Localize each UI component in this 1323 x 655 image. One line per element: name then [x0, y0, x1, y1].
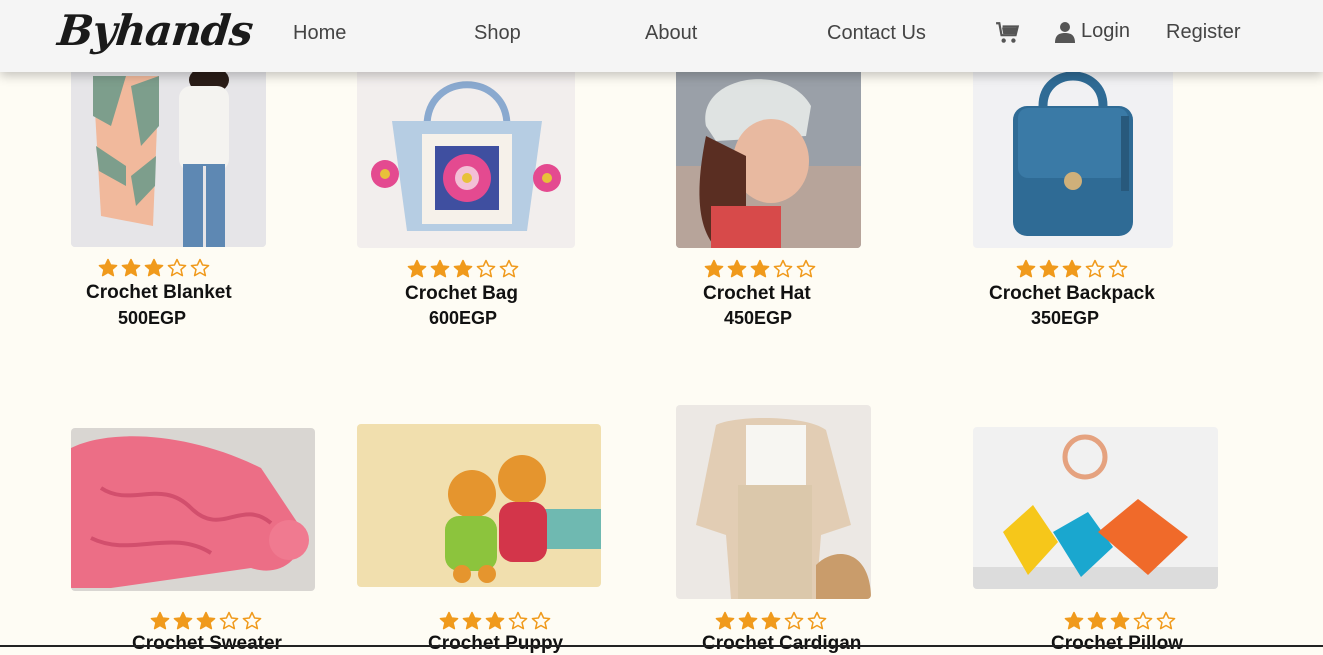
product-image-puppy[interactable]: [357, 424, 601, 587]
star-empty-icon: [508, 611, 528, 630]
star-filled-icon: [453, 259, 473, 278]
login-label: Login: [1081, 20, 1130, 42]
star-filled-icon: [407, 259, 427, 278]
rating-stars: [439, 611, 551, 631]
star-empty-icon: [796, 259, 816, 278]
product-name[interactable]: Crochet Bag: [405, 283, 518, 305]
brand-logo[interactable]: Byhands: [55, 6, 254, 55]
star-filled-icon: [430, 259, 450, 278]
nav-link-home[interactable]: Home: [293, 22, 346, 45]
nav-link-contact[interactable]: Contact Us: [827, 22, 926, 45]
star-empty-icon: [1156, 611, 1176, 630]
product-price: 600EGP: [429, 308, 498, 328]
star-filled-icon: [1039, 259, 1059, 278]
product-image-pillow[interactable]: [973, 427, 1218, 589]
product-image-bag[interactable]: [357, 66, 575, 248]
navbar: Byhands Home Shop About Contact Us Login…: [0, 0, 1323, 72]
star-filled-icon: [750, 259, 770, 278]
product-price: 350EGP: [1031, 308, 1100, 328]
star-filled-icon: [485, 611, 505, 630]
product-name[interactable]: Crochet Pillow: [1051, 633, 1183, 655]
star-filled-icon: [1064, 611, 1084, 630]
product-name[interactable]: Crochet Backpack: [989, 283, 1155, 305]
product-image-cardigan[interactable]: [676, 405, 871, 599]
star-empty-icon: [476, 259, 496, 278]
product-name[interactable]: Crochet Sweater: [132, 633, 282, 655]
star-filled-icon: [150, 611, 170, 630]
star-empty-icon: [531, 611, 551, 630]
star-empty-icon: [773, 259, 793, 278]
nav-link-about[interactable]: About: [645, 22, 697, 45]
product-image-hat[interactable]: [676, 66, 861, 248]
star-empty-icon: [499, 259, 519, 278]
product-price: 500EGP: [118, 308, 187, 328]
rating-stars: [407, 259, 519, 279]
star-empty-icon: [242, 611, 262, 630]
star-filled-icon: [761, 611, 781, 630]
cart-icon[interactable]: [995, 20, 1021, 46]
rating-stars: [150, 611, 262, 631]
rating-stars: [704, 259, 816, 279]
star-empty-icon: [784, 611, 804, 630]
star-filled-icon: [121, 258, 141, 277]
star-filled-icon: [1016, 259, 1036, 278]
star-filled-icon: [727, 259, 747, 278]
star-empty-icon: [219, 611, 239, 630]
star-filled-icon: [1110, 611, 1130, 630]
star-empty-icon: [807, 611, 827, 630]
product-image-blanket[interactable]: [71, 66, 266, 247]
star-filled-icon: [1087, 611, 1107, 630]
star-filled-icon: [173, 611, 193, 630]
product-name[interactable]: Crochet Cardigan: [702, 633, 861, 655]
star-filled-icon: [439, 611, 459, 630]
star-filled-icon: [704, 259, 724, 278]
rating-stars: [1016, 259, 1128, 279]
star-filled-icon: [462, 611, 482, 630]
star-empty-icon: [190, 258, 210, 277]
product-name[interactable]: Crochet Hat: [703, 283, 811, 305]
star-empty-icon: [167, 258, 187, 277]
star-filled-icon: [196, 611, 216, 630]
star-filled-icon: [738, 611, 758, 630]
user-icon: [1055, 21, 1075, 43]
product-image-sweater[interactable]: [71, 428, 315, 591]
rating-stars: [715, 611, 827, 631]
star-empty-icon: [1108, 259, 1128, 278]
nav-link-shop[interactable]: Shop: [474, 22, 521, 45]
star-empty-icon: [1133, 611, 1153, 630]
star-filled-icon: [98, 258, 118, 277]
product-price: 450EGP: [724, 308, 793, 328]
product-image-backpack[interactable]: [973, 66, 1173, 248]
product-name[interactable]: Crochet Blanket: [86, 282, 232, 304]
star-empty-icon: [1085, 259, 1105, 278]
login-link[interactable]: Login: [1055, 20, 1130, 43]
star-filled-icon: [144, 258, 164, 277]
rating-stars: [1064, 611, 1176, 631]
rating-stars: [98, 258, 210, 278]
star-filled-icon: [715, 611, 735, 630]
register-link[interactable]: Register: [1166, 21, 1240, 44]
star-filled-icon: [1062, 259, 1082, 278]
product-name[interactable]: Crochet Puppy: [428, 633, 563, 655]
